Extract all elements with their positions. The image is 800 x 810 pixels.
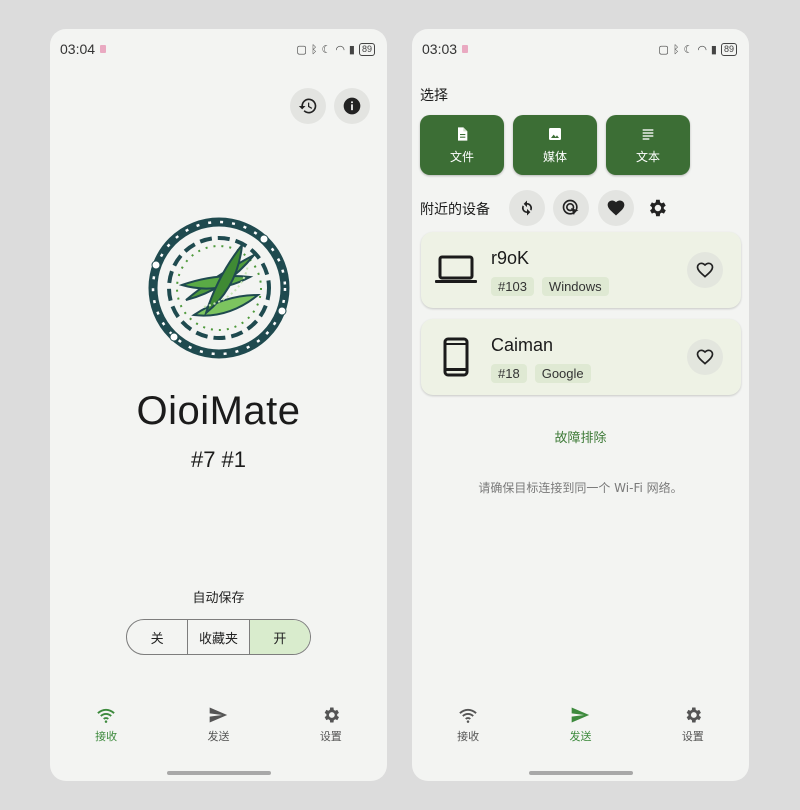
select-file-button[interactable]: 文件 — [420, 115, 504, 175]
nfc-icon: ▢ — [296, 42, 307, 56]
select-media-button[interactable]: 媒体 — [513, 115, 597, 175]
battery-icon: 89 — [720, 42, 737, 56]
receive-screen: 03:04 ▢ ᛒ ☾ ◠ ▮ 89 OioiMate #7 #1 自动保存 关… — [50, 29, 387, 781]
device-alias: #7 #1 — [190, 447, 247, 472]
file-icon — [458, 126, 468, 141]
device-tag: Google — [534, 364, 591, 383]
autosave-segmented-control: 关 收藏夹 开 — [126, 619, 311, 655]
device-card[interactable]: Caiman #18 Google — [421, 319, 741, 395]
home-indicator[interactable] — [528, 771, 633, 775]
favorite-device-button[interactable] — [687, 252, 723, 288]
select-label: 选择 — [420, 88, 448, 104]
nav-receive[interactable]: 接收 — [412, 705, 524, 755]
status-bar: 03:03 ▢ ᛒ ☾ ◠ ▮ 89 — [422, 41, 737, 57]
wifi-status-icon: ◠ — [335, 42, 345, 56]
bluetooth-icon: ᛒ — [672, 42, 680, 56]
bottom-nav: 接收 发送 设置 — [412, 705, 749, 755]
network-hint: 请确保目标连接到同一个 Wi-Fi 网络。 — [478, 481, 683, 495]
favorites-button[interactable] — [598, 190, 634, 226]
send-screen: 03:03 ▢ ᛒ ☾ ◠ ▮ 89 选择 文件 媒体 文本 附近的设备 r9o… — [412, 29, 749, 781]
moon-icon: ☾ — [321, 42, 332, 56]
send-icon — [572, 707, 590, 723]
notification-icon — [462, 45, 469, 53]
nav-receive-label: 接收 — [95, 730, 118, 743]
heart-outline-icon — [696, 262, 714, 278]
notification-icon — [100, 45, 107, 53]
status-bar: 03:04 ▢ ᛒ ☾ ◠ ▮ 89 — [60, 41, 375, 57]
nav-settings[interactable]: 设置 — [637, 705, 749, 755]
nav-send[interactable]: 发送 — [524, 705, 636, 755]
device-tags: #18 Google — [491, 364, 591, 383]
gear-icon — [686, 707, 701, 723]
wifi-status-icon: ◠ — [697, 42, 707, 56]
device-name: Caiman — [491, 335, 554, 355]
app-title: OioiMate — [136, 389, 301, 433]
image-icon — [549, 127, 561, 140]
nav-send[interactable]: 发送 — [162, 705, 274, 755]
info-icon — [343, 97, 361, 115]
nav-settings[interactable]: 设置 — [275, 705, 387, 755]
device-tag: #18 — [491, 364, 527, 383]
laptop-icon — [433, 250, 479, 290]
status-icons: ▢ ᛒ ☾ ◠ ▮ 89 — [296, 42, 375, 56]
send-settings-icon[interactable] — [646, 197, 668, 219]
refresh-button[interactable] — [509, 190, 545, 226]
moon-icon: ☾ — [683, 42, 694, 56]
nfc-icon: ▢ — [658, 42, 669, 56]
nearby-devices-label: 附近的设备 — [420, 202, 490, 218]
autosave-favorites-option[interactable]: 收藏夹 — [188, 620, 250, 654]
wifi-icon — [97, 708, 115, 723]
nav-settings-label: 设置 — [319, 730, 342, 743]
info-button[interactable] — [334, 88, 370, 124]
nav-send-label: 发送 — [207, 730, 230, 743]
wifi-icon — [459, 708, 477, 723]
select-media-label: 媒体 — [542, 149, 567, 164]
history-icon — [298, 98, 317, 114]
select-text-label: 文本 — [635, 149, 660, 164]
status-time: 03:03 — [422, 41, 458, 57]
nav-send-label: 发送 — [569, 730, 592, 743]
select-file-label: 文件 — [449, 149, 474, 164]
nav-receive-label: 接收 — [457, 730, 480, 743]
device-tag: #103 — [491, 277, 534, 296]
phone-icon — [433, 337, 479, 377]
status-time: 03:04 — [60, 41, 96, 57]
device-card[interactable]: r9oK #103 Windows — [421, 232, 741, 308]
battery-icon: 89 — [358, 42, 375, 56]
gear-icon — [324, 707, 339, 723]
target-cursor-icon — [562, 199, 579, 216]
device-tag: Windows — [541, 277, 609, 296]
device-name: r9oK — [491, 248, 530, 268]
home-indicator[interactable] — [166, 771, 271, 775]
send-icon — [210, 707, 228, 723]
nav-receive[interactable]: 接收 — [50, 705, 162, 755]
autosave-off-option[interactable]: 关 — [127, 620, 189, 654]
nav-settings-label: 设置 — [681, 730, 704, 743]
autosave-on-option[interactable]: 开 — [249, 620, 310, 654]
heart-outline-icon — [696, 349, 714, 365]
manual-send-button[interactable] — [553, 190, 589, 226]
text-icon — [642, 128, 654, 140]
favorite-device-button[interactable] — [687, 339, 723, 375]
sim-icon: ▮ — [710, 42, 717, 56]
autosave-label: 自动保存 — [192, 591, 245, 606]
status-icons: ▢ ᛒ ☾ ◠ ▮ 89 — [658, 42, 737, 56]
refresh-icon — [521, 200, 533, 216]
bottom-nav: 接收 发送 设置 — [50, 705, 387, 755]
sim-icon: ▮ — [348, 42, 355, 56]
troubleshoot-link[interactable]: 故障排除 — [412, 427, 749, 446]
bluetooth-icon: ᛒ — [310, 42, 318, 56]
heart-icon — [607, 200, 625, 216]
select-text-button[interactable]: 文本 — [606, 115, 690, 175]
app-logo — [148, 217, 290, 359]
history-button[interactable] — [290, 88, 326, 124]
device-tags: #103 Windows — [491, 277, 609, 296]
